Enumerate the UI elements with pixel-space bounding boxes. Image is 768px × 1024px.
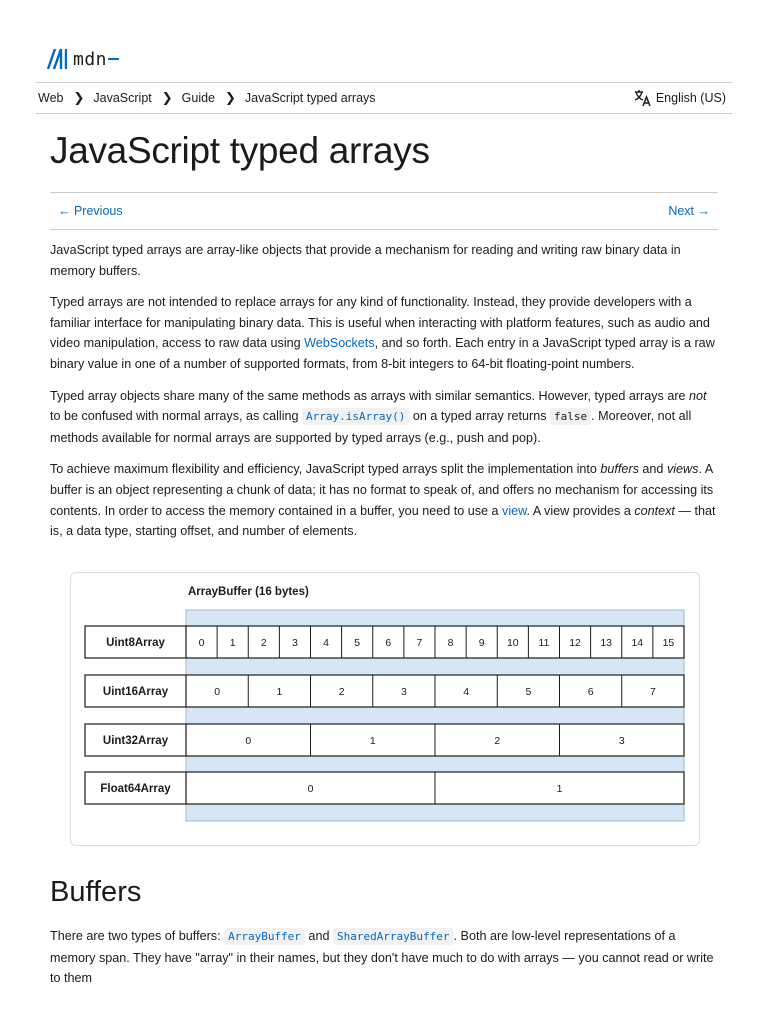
cell-index: 10 — [507, 637, 519, 649]
cell-index: 3 — [401, 686, 407, 698]
text: to be confused with normal arrays, as ca… — [50, 409, 302, 424]
cell-index: 0 — [308, 783, 314, 795]
breadcrumb-bar: Web ❯ JavaScript ❯ Guide ❯ JavaScript ty… — [36, 82, 732, 114]
cell-index: 2 — [494, 735, 500, 747]
code-arraybuffer: ArrayBuffer — [224, 928, 305, 945]
text: and — [638, 462, 667, 477]
breadcrumb-current[interactable]: JavaScript typed arrays — [245, 91, 376, 105]
cell-index: 4 — [463, 686, 469, 698]
logo-cursor — [108, 58, 120, 60]
emphasis: buffers — [600, 462, 639, 477]
text: on a typed array returns — [409, 409, 551, 424]
paragraph-methods: Typed array objects share many of the sa… — [50, 386, 720, 449]
cell-index: 6 — [588, 686, 594, 698]
arraybuffer-link[interactable]: ArrayBuffer — [224, 928, 305, 945]
cell-index: 5 — [354, 637, 360, 649]
breadcrumb: Web ❯ JavaScript ❯ Guide ❯ JavaScript ty… — [36, 90, 376, 106]
language-switcher[interactable]: English (US) — [634, 89, 732, 107]
cell-index: 15 — [663, 637, 675, 649]
row-label: Uint16Array — [103, 686, 169, 698]
cell-index: 2 — [339, 686, 345, 698]
breadcrumb-guide[interactable]: Guide — [182, 91, 215, 105]
section-heading-buffers: Buffers — [50, 876, 142, 908]
text: . A view provides a — [526, 503, 635, 518]
site-header: mdn — [0, 0, 768, 82]
text: There are two types of buffers: — [50, 929, 225, 943]
paragraph-buffers-views: To achieve maximum flexibility and effic… — [50, 459, 720, 541]
cell-index: 12 — [569, 637, 581, 649]
cell-index: 3 — [619, 735, 625, 747]
breadcrumb-web[interactable]: Web — [38, 91, 63, 105]
mdn-logo-icon — [47, 48, 67, 70]
row-label: Uint8Array — [106, 637, 165, 649]
paragraph-purpose: Typed arrays are not intended to replace… — [50, 292, 720, 374]
text: To achieve maximum flexibility and effic… — [50, 462, 601, 477]
paragraph-buffers: There are two types of buffers: ArrayBuf… — [50, 926, 720, 989]
emphasis: not — [689, 388, 707, 403]
cell-index: 9 — [479, 637, 485, 649]
websockets-link[interactable]: WebSockets — [304, 336, 374, 350]
chevron-right-icon: ❯ — [73, 90, 85, 105]
chevron-right-icon: ❯ — [225, 90, 236, 105]
chevron-right-icon: ❯ — [161, 90, 173, 105]
row-label: Uint32Array — [103, 735, 169, 747]
cell-index: 7 — [417, 637, 423, 649]
cell-index: 6 — [385, 637, 391, 649]
cell-index: 4 — [323, 637, 329, 649]
cell-index: 8 — [448, 637, 454, 649]
translate-icon — [634, 90, 651, 107]
cell-index: 14 — [631, 637, 643, 649]
cell-index: 1 — [370, 735, 376, 747]
cell-index: 7 — [650, 686, 656, 698]
cell-index: 1 — [230, 637, 236, 649]
text: Typed array objects share many of the sa… — [50, 388, 690, 403]
array-isarray-link[interactable]: Array.isArray() — [302, 408, 410, 426]
cell-index: 0 — [199, 637, 205, 649]
code-sharedarraybuffer: SharedArrayBuffer — [332, 928, 454, 945]
text: and — [304, 929, 333, 943]
cell-index: 0 — [245, 735, 251, 747]
cell-index: 11 — [538, 637, 549, 649]
emphasis: views — [666, 462, 699, 477]
code-false: false — [550, 408, 592, 426]
diagram-svg: ArrayBuffer (16 bytes)Uint8Array 0 1 2 3 4 5 6 7… — [84, 586, 685, 822]
typed-array-row — [84, 723, 685, 757]
row-label: Float64Array — [100, 783, 171, 795]
article-body: JavaScript typed arrays are array-like o… — [50, 240, 720, 553]
typed-array-row — [84, 674, 685, 708]
buffers-body: There are two types of buffers: ArrayBuf… — [50, 926, 720, 989]
diagram-title: ArrayBuffer (16 bytes) — [188, 586, 309, 598]
typed-array-diagram: ArrayBuffer (16 bytes) Uint8Array 0 1 2 3 4 5 6 7… — [70, 572, 700, 846]
page-title: JavaScript typed arrays — [50, 130, 430, 171]
next-link[interactable]: Next → — [668, 204, 710, 218]
logo-text: mdn — [73, 48, 108, 70]
cell-index: 2 — [261, 637, 267, 649]
sharedarraybuffer-link[interactable]: SharedArrayBuffer — [332, 928, 454, 945]
cell-index: 5 — [525, 686, 531, 698]
mdn-logo[interactable]: mdn — [47, 46, 120, 72]
text: JavaScript typed arrays are array-like o… — [50, 243, 681, 278]
language-label: English (US) — [655, 91, 726, 105]
code-array-isarray: Array.isArray() — [302, 408, 410, 426]
cell-index: 0 — [214, 686, 220, 698]
cell-index: 3 — [292, 637, 298, 649]
previous-link[interactable]: ← Previous — [58, 204, 123, 218]
typed-array-row — [84, 771, 685, 805]
cell-index: 13 — [600, 637, 612, 649]
emphasis: context — [634, 503, 675, 518]
breadcrumb-javascript[interactable]: JavaScript — [93, 91, 151, 105]
cell-index: 1 — [276, 686, 282, 698]
cell-index: 1 — [557, 783, 563, 795]
view-link[interactable]: view — [502, 504, 527, 518]
paragraph-intro: JavaScript typed arrays are array-like o… — [50, 240, 720, 281]
prev-next-nav: ← Previous Next → — [50, 192, 718, 230]
